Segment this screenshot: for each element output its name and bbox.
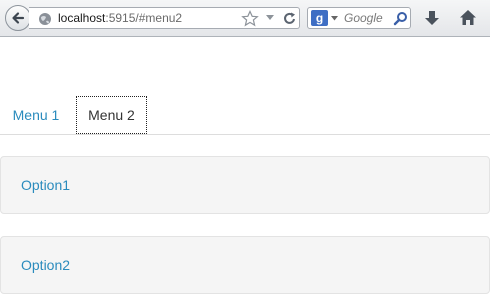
option-panel: Option1 bbox=[0, 156, 490, 214]
option-panel: Option2 bbox=[0, 236, 490, 294]
tab-menu-1[interactable]: Menu 1 bbox=[2, 96, 70, 135]
globe-icon bbox=[39, 13, 51, 25]
url-text[interactable]: localhost:5915/#menu2 bbox=[58, 11, 182, 25]
back-button[interactable] bbox=[5, 5, 31, 31]
tab-menu-2[interactable]: Menu 2 bbox=[76, 96, 147, 134]
search-bar[interactable]: g Google bbox=[307, 7, 411, 29]
history-dropdown-icon[interactable] bbox=[265, 14, 275, 21]
url-host: localhost bbox=[58, 11, 106, 25]
option1-link[interactable]: Option1 bbox=[21, 177, 70, 193]
engine-dropdown-icon[interactable] bbox=[331, 16, 338, 21]
address-bar[interactable]: localhost:5915/#menu2 bbox=[29, 7, 300, 29]
search-placeholder: Google bbox=[344, 11, 383, 25]
search-icon[interactable] bbox=[393, 11, 408, 26]
reload-icon[interactable] bbox=[282, 11, 297, 26]
browser-toolbar: localhost:5915/#menu2 g Google bbox=[0, 0, 490, 37]
back-arrow-icon bbox=[12, 12, 25, 24]
bookmark-star-icon[interactable] bbox=[241, 10, 259, 27]
download-icon[interactable] bbox=[424, 10, 440, 27]
nav-tabs: Menu 1 Menu 2 bbox=[0, 96, 490, 135]
google-engine-icon[interactable]: g bbox=[311, 10, 328, 26]
home-icon[interactable] bbox=[459, 9, 477, 26]
option2-link[interactable]: Option2 bbox=[21, 257, 70, 273]
url-path: :5915/#menu2 bbox=[105, 11, 183, 25]
